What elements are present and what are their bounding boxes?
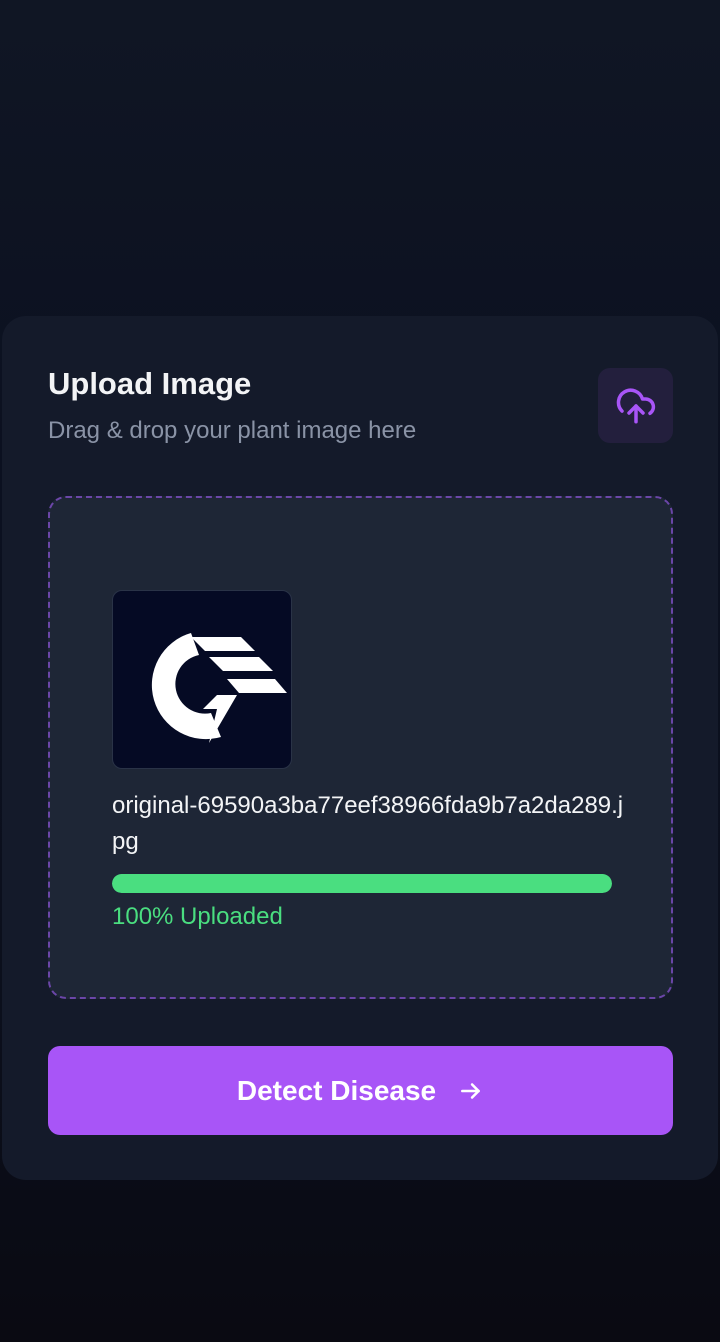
upload-subtitle: Drag & drop your plant image here	[48, 417, 417, 444]
cloud-upload-icon	[615, 385, 657, 427]
upload-card: Upload Image Drag & drop your plant imag…	[2, 316, 718, 1180]
detect-disease-label: Detect Disease	[236, 1074, 437, 1106]
file-name: original-69590a3ba77eef38966fda9b7a2da28…	[112, 792, 624, 855]
arrow-right-icon	[458, 1078, 484, 1104]
upload-progress-bar	[112, 874, 612, 893]
upload-button[interactable]	[598, 368, 673, 443]
upload-progress-text: 100% Uploaded	[112, 903, 283, 930]
detect-disease-button[interactable]: Detect Disease	[48, 1046, 673, 1135]
upload-title: Upload Image	[48, 366, 252, 401]
dropzone[interactable]: original-69590a3ba77eef38966fda9b7a2da28…	[48, 496, 673, 999]
upload-progress-fill	[112, 874, 612, 893]
uploaded-image-thumbnail	[112, 590, 292, 769]
